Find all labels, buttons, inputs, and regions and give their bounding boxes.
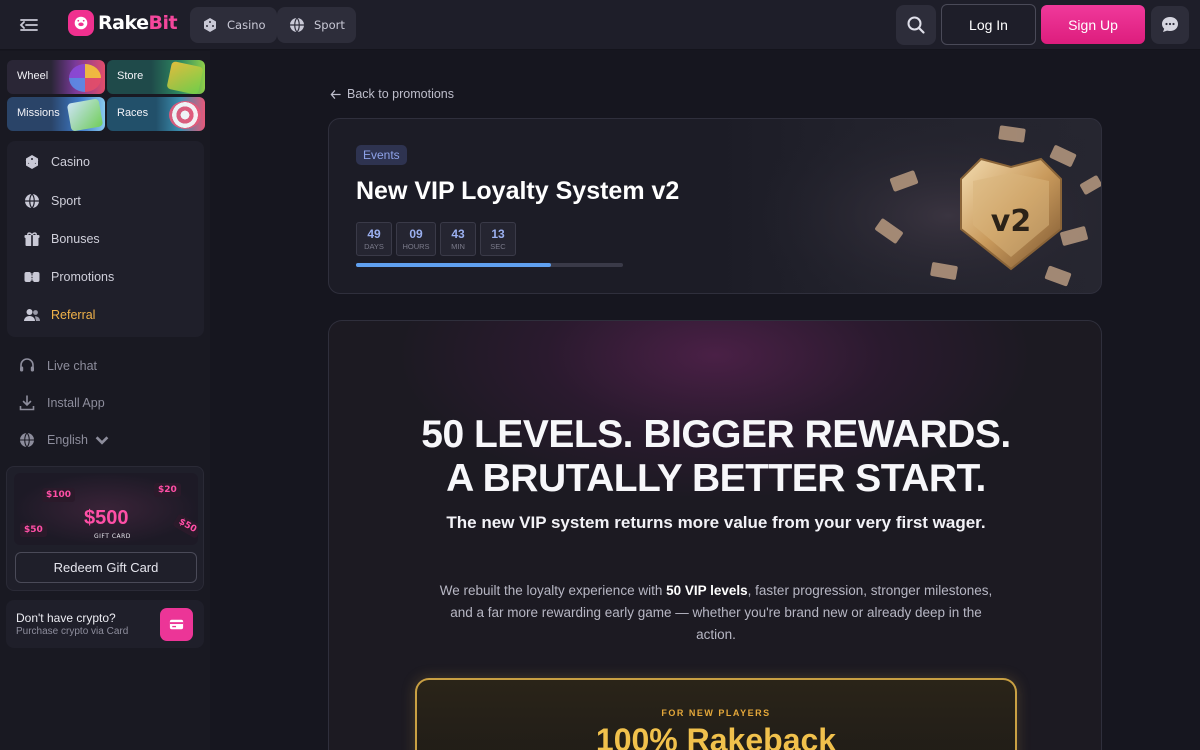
casino-nav-label: Casino [227,18,266,32]
target-icon [169,101,201,129]
dice-icon [204,18,216,32]
credit-card-icon [169,619,184,630]
sidebar-item-label: Casino [51,155,90,169]
live-chat-link[interactable]: Live chat [18,356,97,376]
gift-chip: $50 [20,523,47,537]
sidebar-item-label: Promotions [51,270,115,284]
signup-button[interactable]: Sign Up [1041,5,1145,44]
sidebar: Wheel Store Missions Races Casino Sport … [0,51,210,750]
arrow-left-icon [330,89,341,99]
chevron-down-icon [95,436,109,445]
ticket-icon [24,270,40,284]
gift-chip: $50 [172,513,198,539]
quick-link-races[interactable]: Races [107,97,205,131]
live-chat-label: Live chat [47,359,98,373]
headset-icon [20,358,34,372]
new-players-label: FOR NEW PLAYERS [661,708,771,718]
countdown-minutes: 43 MIN [440,222,476,256]
chat-bubble-icon [1162,17,1178,32]
chat-button[interactable] [1151,6,1189,44]
redeem-gift-card-button[interactable]: Redeem Gift Card [15,552,197,583]
quick-link-wheel[interactable]: Wheel [7,60,105,94]
casino-nav-button[interactable]: Casino [190,7,277,43]
sidebar-item-bonuses[interactable]: Bonuses [7,222,204,256]
main-nav: Casino Sport Bonuses Promotions Referral [7,141,204,337]
install-app-link[interactable]: Install App [18,393,105,413]
top-bar: RakeBit Casino Sport Log In Sign Up [0,0,1200,50]
gift-icon [24,232,40,246]
cash-icon [166,60,204,94]
checklist-icon [66,98,104,131]
buy-crypto-title: Don't have crypto? [16,611,116,625]
ball-icon [25,193,39,209]
search-button[interactable] [896,5,936,45]
gift-chip: $20 [154,483,181,497]
quick-link-label: Races [117,107,149,119]
language-selector[interactable]: English [18,430,122,450]
quick-link-missions[interactable]: Missions [7,97,105,131]
install-app-label: Install App [47,396,105,410]
new-players-title: 100% Rakeback [595,722,837,750]
buy-crypto-button[interactable] [160,608,193,641]
hero-subheadline: The new VIP system returns more value fr… [446,513,986,532]
buy-crypto-subtitle: Purchase crypto via Card [16,626,129,637]
logo-text: RakeBit [98,12,178,34]
countdown-seconds: 13 SEC [480,222,516,256]
sidebar-item-promotions[interactable]: Promotions [7,260,204,294]
quick-link-label: Missions [17,107,60,119]
badge-label: v2 [991,204,1031,239]
sidebar-item-sport[interactable]: Sport [7,184,204,218]
collapse-menu-icon[interactable] [18,14,40,36]
search-icon [907,16,925,34]
hero-body-text: We rebuilt the loyalty experience with 5… [439,583,993,642]
back-link-label: Back to promotions [347,87,454,101]
download-icon [19,395,35,411]
back-to-promotions-link[interactable]: Back to promotions [330,87,454,101]
rakebit-logo[interactable]: RakeBit [68,10,178,36]
hero-headline-line-2: A BRUTALLY BETTER START. [446,457,986,500]
countdown-days: 49 DAYS [356,222,392,256]
gift-card-amount: $500 [84,507,129,529]
promotion-title: New VIP Loyalty System v2 [356,177,680,205]
sidebar-item-label: Bonuses [51,232,100,246]
vip-shield-badge-icon: v2 [761,119,1101,293]
gift-chip: $100 [42,488,76,502]
ball-icon [290,17,304,33]
wheel-icon [69,64,101,92]
sidebar-item-casino[interactable]: Casino [7,145,204,179]
sidebar-item-label: Sport [51,194,81,208]
quick-link-store[interactable]: Store [107,60,205,94]
progress-fill [356,263,551,267]
quick-link-label: Store [117,70,144,82]
countdown-hours: 09 HOURS [396,222,436,256]
vip-hero-section: 50 LEVELS. BIGGER REWARDS. A BRUTALLY BE… [328,320,1102,750]
new-players-card: FOR NEW PLAYERS 100% Rakeback [415,678,1017,750]
sidebar-item-referral[interactable]: Referral [7,298,204,332]
gift-card-panel: $100 $20 $50 $50 $500 GIFT CARD Redeem G… [6,466,204,591]
gift-card-caption: GIFT CARD [94,533,131,540]
sidebar-item-label: Referral [51,308,96,322]
language-label: English [47,433,88,447]
quick-link-label: Wheel [17,70,49,82]
globe-icon [20,432,34,448]
sport-nav-label: Sport [314,18,345,32]
pig-logo-icon [68,10,94,36]
category-tag[interactable]: Events [356,145,407,165]
sport-nav-button[interactable]: Sport [277,7,356,43]
promotion-header-card: Events New VIP Loyalty System v2 49 DAYS … [328,118,1102,294]
gift-card-illustration: $100 $20 $50 $50 $500 GIFT CARD [14,473,198,545]
countdown-timer: 49 DAYS 09 HOURS 43 MIN 13 SEC [356,222,516,256]
chevron-down-icon [25,158,39,167]
login-button[interactable]: Log In [941,4,1036,45]
buy-crypto-panel[interactable]: Don't have crypto? Purchase crypto via C… [6,600,204,648]
promotion-progress-bar [356,263,623,267]
users-icon [24,309,40,321]
hero-headline-line-1: 50 LEVELS. BIGGER REWARDS. [421,413,1011,456]
